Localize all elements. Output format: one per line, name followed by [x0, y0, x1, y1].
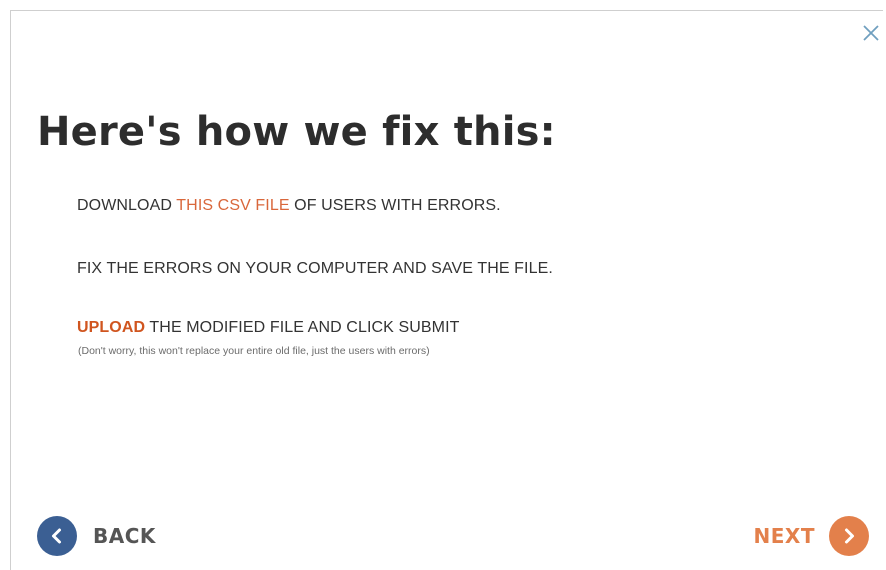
- step-fix: FIX THE ERRORS ON YOUR COMPUTER AND SAVE…: [77, 260, 553, 278]
- step-upload-suffix: THE MODIFIED FILE AND CLICK SUBMIT: [145, 319, 460, 336]
- chevron-right-icon: [829, 516, 869, 556]
- step-download-suffix: OF USERS WITH ERRORS.: [289, 197, 501, 214]
- step-fix-text: FIX THE ERRORS ON YOUR COMPUTER AND SAVE…: [77, 260, 553, 277]
- back-button[interactable]: BACK: [37, 516, 156, 556]
- dialog-title: Here's how we fix this:: [37, 109, 556, 155]
- step-download: DOWNLOAD THIS CSV FILE OF USERS WITH ERR…: [77, 197, 501, 215]
- upload-note: (Don't worry, this won't replace your en…: [78, 345, 430, 357]
- upload-link[interactable]: UPLOAD: [77, 319, 145, 336]
- step-download-prefix: DOWNLOAD: [77, 197, 177, 214]
- close-icon[interactable]: [861, 23, 881, 43]
- step-upload: UPLOAD THE MODIFIED FILE AND CLICK SUBMI…: [77, 319, 460, 337]
- chevron-left-icon: [37, 516, 77, 556]
- next-button[interactable]: NEXT: [754, 516, 869, 556]
- next-label: NEXT: [753, 524, 815, 548]
- back-label: BACK: [93, 524, 156, 548]
- fix-errors-dialog: Here's how we fix this: DOWNLOAD THIS CS…: [10, 10, 883, 570]
- csv-file-link[interactable]: THIS CSV FILE: [176, 197, 289, 214]
